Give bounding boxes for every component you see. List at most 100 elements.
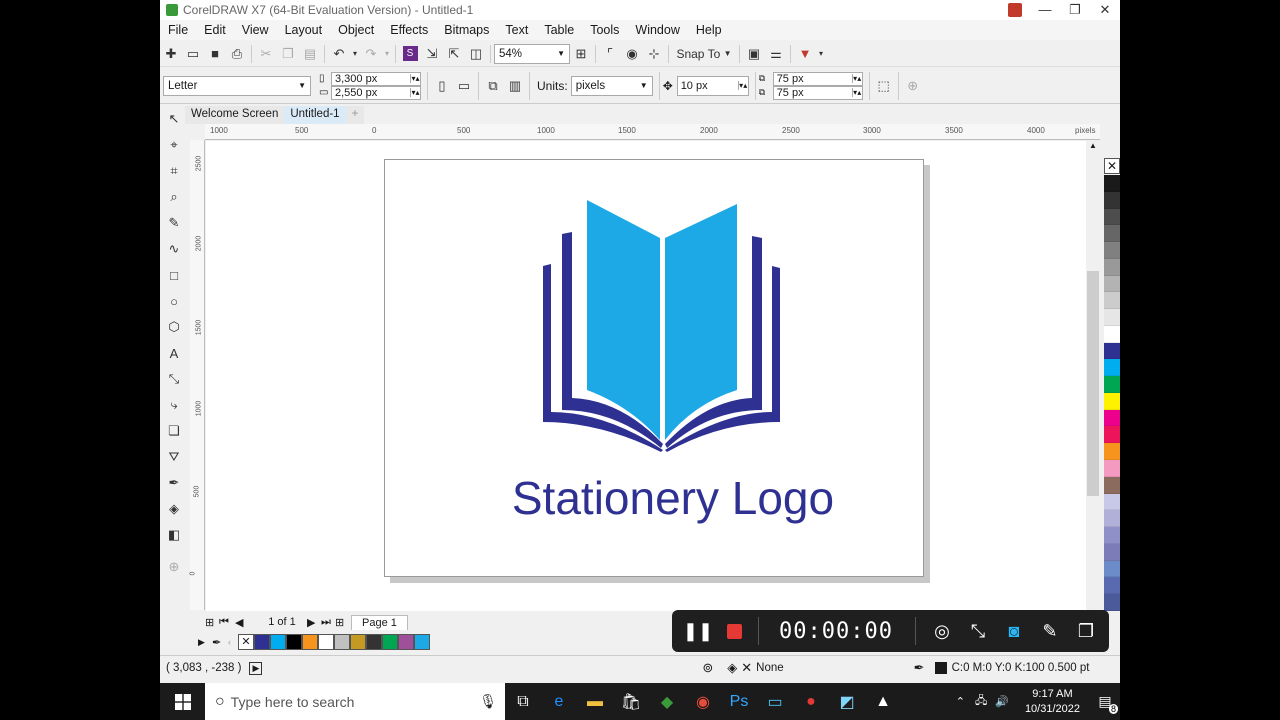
zoom-level-select[interactable]: 54% ▼ — [494, 43, 570, 64]
action-center-button[interactable]: ▤ 8 — [1090, 683, 1120, 720]
no-color-swatch[interactable]: ✕ — [238, 634, 254, 650]
screenshot-camera-icon[interactable]: ◙ — [996, 616, 1032, 646]
add-property-icon[interactable]: ⊕ — [902, 76, 924, 96]
page-height-input[interactable]: 2,550 px ▾▴ — [331, 85, 421, 100]
transparency-tool-icon[interactable]: ⛛ — [160, 444, 188, 470]
document-color-swatch[interactable] — [302, 634, 318, 650]
spinner-icon[interactable]: ▾▴ — [851, 88, 862, 97]
menu-effects[interactable]: Effects — [390, 23, 428, 37]
launch-app-icon[interactable]: ▼ — [794, 44, 816, 64]
fill-settings-icon[interactable]: ⊚ — [702, 660, 713, 676]
pause-icon[interactable]: ❚❚ — [680, 616, 716, 646]
show-rulers-icon[interactable]: ⌜ — [599, 44, 621, 64]
palette-scroll-left-icon[interactable]: ‹ — [228, 637, 238, 647]
minimize-button[interactable]: — — [1030, 0, 1060, 20]
options-icon[interactable]: ⚌ — [765, 44, 787, 64]
add-tab-icon[interactable]: + — [345, 106, 365, 124]
edge-browser-icon[interactable]: e — [541, 683, 577, 720]
color-swatch[interactable] — [1104, 191, 1120, 209]
zoom-tool-icon[interactable]: ⌕ — [160, 184, 188, 210]
first-page-icon[interactable]: ⏮ — [219, 616, 235, 629]
spinner-icon[interactable]: ▾▴ — [410, 88, 420, 97]
color-swatch[interactable] — [1104, 392, 1120, 410]
outline-pen-icon[interactable]: ✒ — [914, 660, 925, 676]
color-swatch[interactable] — [1104, 443, 1120, 461]
clock[interactable]: 9:17 AM 10/31/2022 — [1025, 687, 1080, 717]
document-color-swatch[interactable] — [334, 634, 350, 650]
text-tool-icon[interactable]: A — [160, 340, 188, 366]
color-eyedropper-icon[interactable]: ✒ — [160, 470, 188, 496]
status-flyout-icon[interactable]: ▶ — [249, 661, 263, 675]
print-icon[interactable]: ⎙ — [226, 44, 248, 64]
rectangle-tool-icon[interactable]: □ — [160, 262, 188, 288]
vertical-scrollbar[interactable]: ▲ — [1086, 141, 1100, 611]
connector-tool-icon[interactable]: ⤷ — [160, 392, 188, 418]
document-color-swatch[interactable] — [350, 634, 366, 650]
color-swatch[interactable] — [1104, 292, 1120, 310]
menu-window[interactable]: Window — [635, 23, 679, 37]
no-color-swatch[interactable]: ✕ — [1104, 158, 1120, 174]
chrome-icon[interactable]: ◉ — [685, 683, 721, 720]
close-button[interactable]: ✕ — [1090, 0, 1120, 20]
menu-table[interactable]: Table — [544, 23, 574, 37]
color-swatch[interactable] — [1104, 225, 1120, 243]
color-swatch[interactable] — [1104, 476, 1120, 494]
spinner-icon[interactable]: ▾▴ — [410, 74, 420, 83]
polygon-tool-icon[interactable]: ⬡ — [160, 314, 188, 340]
windows-start-button[interactable] — [160, 683, 205, 720]
draw-pen-icon[interactable]: ✎ — [1032, 616, 1068, 646]
next-page-icon[interactable]: ▶ — [307, 616, 321, 629]
drop-shadow-icon[interactable]: ❏ — [160, 418, 188, 444]
smart-fill-icon[interactable]: ◧ — [160, 522, 188, 548]
color-swatch[interactable] — [1104, 258, 1120, 276]
nudge-distance-input[interactable]: 10 px ▾▴ — [676, 75, 749, 96]
photoshop-icon[interactable]: Ps — [721, 683, 757, 720]
shape-tool-icon[interactable]: ⌖ — [160, 132, 188, 158]
treat-as-filled-icon[interactable]: ⬚ — [873, 76, 895, 96]
paste-icon[interactable]: ▤ — [299, 44, 321, 64]
color-swatch[interactable] — [1104, 594, 1120, 611]
color-swatch[interactable] — [1104, 208, 1120, 226]
document-color-swatch[interactable] — [318, 634, 334, 650]
color-swatch[interactable] — [1104, 342, 1120, 360]
tab-untitled-1[interactable]: Untitled-1 — [284, 106, 346, 124]
minimize-recorder-icon[interactable]: ❐ — [1068, 616, 1104, 646]
artistic-media-icon[interactable]: ∿ — [160, 236, 188, 262]
color-swatch[interactable] — [1104, 493, 1120, 511]
duplicate-y-input[interactable]: 75 px ▾▴ — [772, 85, 863, 100]
add-page-after-icon[interactable]: ⊞ — [335, 616, 351, 629]
spinner-icon[interactable]: ▾▴ — [851, 74, 862, 83]
current-page-icon[interactable]: ▥ — [504, 76, 526, 96]
menu-view[interactable]: View — [242, 23, 269, 37]
welcome-screen-icon[interactable]: ▣ — [743, 44, 765, 64]
page-tab[interactable]: Page 1 — [351, 614, 408, 630]
color-swatch[interactable] — [1104, 543, 1120, 561]
tab-welcome-screen[interactable]: Welcome Screen — [185, 106, 285, 124]
document-color-swatch[interactable] — [398, 634, 414, 650]
show-guidelines-icon[interactable]: ⊹ — [643, 44, 665, 64]
color-swatch[interactable] — [1104, 426, 1120, 444]
landscape-icon[interactable]: ▭ — [453, 76, 475, 96]
tray-overflow-icon[interactable]: ⌃ — [956, 695, 965, 708]
file-explorer-icon[interactable]: ▬ — [577, 683, 613, 720]
document-color-swatch[interactable] — [382, 634, 398, 650]
color-swatch[interactable] — [1104, 359, 1120, 377]
glass-app-icon[interactable]: ◩ — [829, 683, 865, 720]
color-swatch[interactable] — [1104, 175, 1120, 192]
restore-button[interactable]: ❐ — [1060, 0, 1090, 20]
cut-icon[interactable]: ✂ — [255, 44, 277, 64]
eyedropper-icon[interactable]: ✒ — [212, 636, 228, 649]
recorder-app-icon[interactable]: ● — [793, 683, 829, 720]
portrait-icon[interactable]: ▯ — [431, 76, 453, 96]
undo-icon[interactable]: ↶ — [328, 44, 350, 64]
pick-tool-icon[interactable]: ↖ — [160, 106, 188, 132]
document-color-swatch[interactable] — [286, 634, 302, 650]
menu-layout[interactable]: Layout — [285, 23, 323, 37]
palette-flyout-icon[interactable]: ▶ — [198, 637, 212, 648]
menu-object[interactable]: Object — [338, 23, 374, 37]
document-color-swatch[interactable] — [366, 634, 382, 650]
stationery-logo-artwork[interactable]: Stationery Logo — [385, 160, 925, 578]
taskbar-search-box[interactable]: ○ Type here to search 🎙 — [205, 683, 505, 720]
menu-bitmaps[interactable]: Bitmaps — [444, 23, 489, 37]
task-view-icon[interactable]: ⧉ — [505, 683, 541, 720]
